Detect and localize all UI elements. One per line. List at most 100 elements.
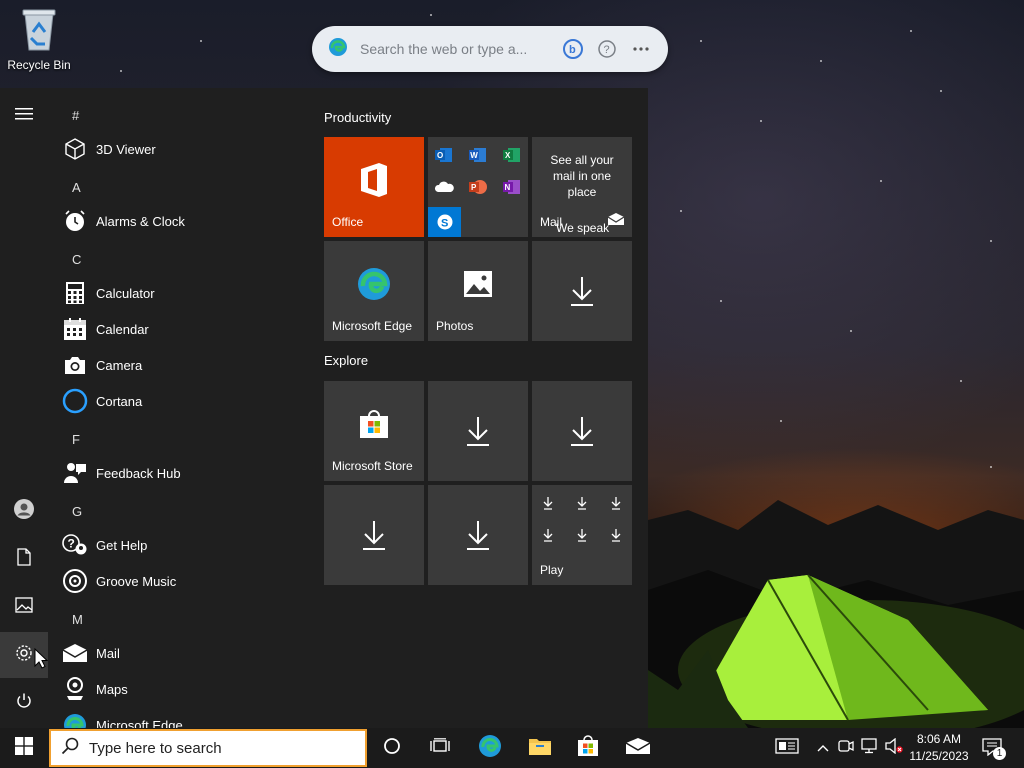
tile-photos[interactable]: Photos <box>428 241 528 341</box>
start-button[interactable] <box>0 728 48 768</box>
svg-text:?: ? <box>604 44 610 56</box>
mouse-cursor-icon <box>34 648 48 669</box>
tile-downloading[interactable] <box>324 485 424 585</box>
letter-header[interactable]: F <box>72 432 80 447</box>
expand-menu-button[interactable] <box>0 93 48 139</box>
onenote-letter: N <box>505 183 511 192</box>
tile-downloading[interactable] <box>532 241 632 341</box>
tile-play-folder[interactable]: Play <box>532 485 632 585</box>
app-item-calculator[interactable]: Calculator <box>62 275 298 311</box>
svg-text:b: b <box>569 44 576 56</box>
taskbar-search-input[interactable]: Type here to search <box>89 740 222 757</box>
feedback-hub-icon <box>62 460 88 486</box>
taskbar-edge-button[interactable] <box>466 728 514 768</box>
group-title-explore[interactable]: Explore <box>324 353 368 368</box>
app-item-cortana[interactable]: Cortana <box>62 383 298 419</box>
edge-logo-icon <box>328 37 348 62</box>
hamburger-icon <box>15 107 33 126</box>
chevron-up-icon <box>817 739 829 757</box>
edge-search-input[interactable]: Search the web or type a... <box>360 41 550 57</box>
cortana-button[interactable] <box>368 728 416 768</box>
download-icon <box>428 485 528 585</box>
tile-microsoft-edge[interactable]: Microsoft Edge <box>324 241 424 341</box>
action-center-button[interactable]: 1 <box>980 728 1006 768</box>
bing-chat-icon[interactable]: b <box>562 38 584 60</box>
letter-header[interactable]: M <box>72 612 83 627</box>
tile-microsoft-store[interactable]: Microsoft Store <box>324 381 424 481</box>
clock-time: 8:06 AM <box>916 732 962 746</box>
app-item-microsoft-edge[interactable]: Microsoft Edge <box>62 707 298 728</box>
account-button[interactable] <box>0 488 48 534</box>
app-name: Microsoft Edge <box>96 717 183 729</box>
tile-downloading[interactable] <box>428 485 528 585</box>
taskbar-clock[interactable]: 8:06 AM 11/25/2023 <box>904 731 974 765</box>
taskbar-search-box[interactable]: Type here to search <box>49 729 367 767</box>
tile-office[interactable]: Office <box>324 137 424 237</box>
help-icon[interactable]: ? <box>596 38 618 60</box>
letter-header[interactable]: C <box>72 252 81 267</box>
network-icon <box>861 737 879 759</box>
maps-icon <box>62 676 88 702</box>
tile-downloading[interactable] <box>532 381 632 481</box>
app-name: Alarms & Clock <box>96 213 185 229</box>
edge-icon <box>62 712 88 728</box>
app-item-mail[interactable]: Mail <box>62 635 298 671</box>
letter-header[interactable]: # <box>72 108 79 123</box>
app-name: Cortana <box>96 393 143 409</box>
volume-muted-icon <box>885 737 903 759</box>
taskbar-store-button[interactable] <box>564 728 612 768</box>
tile-label: Photos <box>436 319 474 333</box>
news-interests-button[interactable] <box>772 728 802 768</box>
news-icon <box>775 737 799 759</box>
show-hidden-icons-button[interactable] <box>814 728 832 768</box>
meet-now-button[interactable] <box>836 728 856 768</box>
recycle-bin-label: Recycle Bin <box>7 58 71 72</box>
app-item-camera[interactable]: Camera <box>62 347 298 383</box>
app-item-calendar[interactable]: Calendar <box>62 311 298 347</box>
taskbar-mail-button[interactable] <box>614 728 662 768</box>
mail-tile-text: See all your mail in one place <box>550 153 614 199</box>
cortana-circle-icon <box>383 737 401 760</box>
excel-icon: X <box>502 145 522 165</box>
more-options-icon[interactable] <box>630 38 652 60</box>
word-icon: W <box>468 145 488 165</box>
group-title-productivity[interactable]: Productivity <box>324 110 391 125</box>
app-item-get-help[interactable]: ? Get Help <box>62 527 298 563</box>
tile-label: Play <box>540 563 564 577</box>
task-view-icon <box>430 737 450 759</box>
download-icon-grid <box>543 497 621 542</box>
recycle-bin-icon <box>19 6 59 52</box>
app-item-feedback-hub[interactable]: Feedback Hub <box>62 455 298 491</box>
tile-mail[interactable]: See all your mail in one place Mail We s… <box>532 137 632 237</box>
app-item-maps[interactable]: Maps <box>62 671 298 707</box>
get-help-icon: ? <box>62 532 88 558</box>
network-button[interactable] <box>860 728 880 768</box>
tile-downloading[interactable] <box>428 381 528 481</box>
powerpoint-letter: P <box>471 183 477 192</box>
taskbar-file-explorer-button[interactable] <box>516 728 564 768</box>
volume-button[interactable] <box>884 728 904 768</box>
task-view-button[interactable] <box>416 728 464 768</box>
recycle-bin[interactable]: Recycle Bin <box>4 6 74 72</box>
document-icon <box>16 547 32 571</box>
app-item-groove-music[interactable]: Groove Music <box>62 563 298 599</box>
documents-button[interactable] <box>0 536 48 582</box>
alarm-clock-icon <box>62 208 88 234</box>
search-icon <box>61 737 79 760</box>
powerpoint-icon: P <box>468 177 488 197</box>
skype-letter: S <box>441 218 448 230</box>
app-item-3d-viewer[interactable]: 3D Viewer <box>62 131 298 167</box>
meet-now-icon <box>838 739 854 758</box>
tile-office-apps[interactable]: O W X P N S <box>428 137 528 237</box>
power-button[interactable] <box>0 680 48 726</box>
app-item-alarms-clock[interactable]: Alarms & Clock <box>62 203 298 239</box>
word-letter: W <box>470 151 478 160</box>
pictures-button[interactable] <box>0 584 48 630</box>
svg-text:?: ? <box>68 537 75 551</box>
excel-letter: X <box>505 151 511 160</box>
letter-header[interactable]: A <box>72 180 81 195</box>
mail-tile-overlay-text: We speak <box>556 221 610 235</box>
letter-header[interactable]: G <box>72 504 82 519</box>
download-icon <box>532 241 632 341</box>
edge-search-bar[interactable]: Search the web or type a... b ? <box>312 26 668 72</box>
